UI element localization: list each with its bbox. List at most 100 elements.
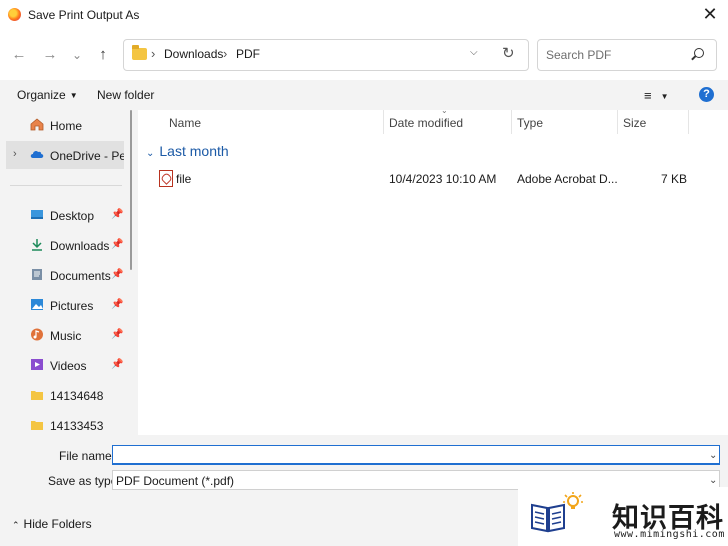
navigation-bar: ← → ⌄ ↑ › Downloads › PDF ⌵ ↻ Search PDF <box>0 30 728 80</box>
new-folder-button[interactable]: New folder <box>97 88 154 102</box>
search-icon <box>694 48 704 58</box>
desktop-icon <box>31 210 43 219</box>
pictures-icon <box>31 299 43 310</box>
column-separator[interactable] <box>617 110 618 134</box>
folder-icon <box>31 421 43 430</box>
column-header-size[interactable]: Size <box>623 116 646 130</box>
sidebar-item-label: 14134648 <box>50 389 104 403</box>
breadcrumb-separator: › <box>151 46 156 61</box>
column-separator[interactable] <box>511 110 512 134</box>
sidebar-item-label: OneDrive - Personal <box>50 149 124 163</box>
breadcrumb-downloads[interactable]: Downloads <box>164 47 223 61</box>
sidebar-item-label: Pictures <box>50 299 94 313</box>
column-separator[interactable] <box>688 110 689 134</box>
music-icon <box>31 328 43 341</box>
organize-button[interactable]: Organize ▼ <box>17 88 78 102</box>
file-type: Adobe Acrobat D... <box>517 172 618 186</box>
column-header-date[interactable]: Date modified <box>389 116 463 130</box>
sidebar-item-label: Documents <box>50 269 111 283</box>
sidebar-item-documents[interactable]: Documents 📌 <box>0 261 128 289</box>
sidebar-item-label: 14133453 <box>50 419 104 433</box>
sidebar-item-pictures[interactable]: Pictures 📌 <box>0 291 128 319</box>
organize-label: Organize <box>17 88 66 102</box>
search-box[interactable]: Search PDF <box>537 39 717 71</box>
pin-icon[interactable]: 📌 <box>111 239 123 250</box>
sort-chevron-icon: ⌄ <box>441 106 448 115</box>
download-icon <box>32 239 42 251</box>
breadcrumb-separator: › <box>223 46 228 61</box>
file-name-field[interactable] <box>112 445 720 465</box>
sidebar-item-home[interactable]: Home <box>0 111 128 139</box>
address-dropdown-icon[interactable]: ⌵ <box>470 47 478 58</box>
chevron-down-icon: ▼ <box>660 92 669 101</box>
chevron-down-icon[interactable]: ⌄ <box>709 450 717 461</box>
sidebar-item-videos[interactable]: Videos 📌 <box>0 351 128 379</box>
breadcrumb-pdf[interactable]: PDF <box>236 47 260 61</box>
sidebar-item-onedrive[interactable]: › OneDrive - Personal <box>6 141 124 169</box>
pin-icon[interactable]: 📌 <box>111 329 123 340</box>
table-row[interactable]: file 10/4/2023 10:10 AM Adobe Acrobat D.… <box>148 168 708 190</box>
sidebar-item-label: Downloads <box>50 239 110 253</box>
window-title: Save Print Output As <box>28 8 140 22</box>
home-icon <box>30 118 44 131</box>
sidebar-item-label: Music <box>50 329 82 343</box>
pin-icon[interactable]: 📌 <box>111 209 123 220</box>
lightbulb-icon <box>563 492 583 509</box>
view-options-button[interactable]: ≡ ▼ <box>644 88 669 103</box>
column-header-type[interactable]: Type <box>517 116 543 130</box>
pdf-file-icon <box>159 170 173 187</box>
folder-icon <box>31 391 43 400</box>
chevron-down-icon[interactable]: ⌄ <box>709 475 717 486</box>
pin-icon[interactable]: 📌 <box>111 359 123 370</box>
pin-icon[interactable]: 📌 <box>111 299 123 310</box>
cloud-icon <box>30 150 44 158</box>
navigation-pane: Home › OneDrive - Personal Desktop 📌 Dow… <box>0 110 137 435</box>
watermark: 知识百科 www.mimingshi.com <box>518 487 728 546</box>
file-list: Name ⌄ Date modified Type Size ⌄ Last mon… <box>138 106 728 435</box>
chevron-down-icon: ▼ <box>69 91 78 100</box>
watermark-url: www.mimingshi.com <box>614 529 725 540</box>
group-header[interactable]: ⌄ Last month <box>146 143 229 159</box>
chevron-up-icon: ⌃ <box>12 520 20 530</box>
help-button[interactable]: ? <box>699 87 714 102</box>
file-date: 10/4/2023 10:10 AM <box>389 172 497 186</box>
refresh-icon[interactable]: ↻ <box>502 44 515 62</box>
firefox-icon <box>8 8 21 21</box>
hide-folders-label: Hide Folders <box>23 517 92 531</box>
sidebar-item-downloads[interactable]: Downloads 📌 <box>0 231 128 259</box>
group-label: Last month <box>159 143 229 159</box>
column-header-name[interactable]: Name <box>169 116 201 130</box>
recent-locations-button[interactable]: ⌄ <box>66 44 88 66</box>
videos-icon <box>31 359 43 370</box>
sidebar-scrollbar[interactable] <box>130 110 132 270</box>
documents-icon <box>32 269 42 280</box>
save-as-type-value: PDF Document (*.pdf) <box>116 474 235 488</box>
chevron-down-icon: ⌄ <box>146 148 155 159</box>
hide-folders-button[interactable]: ⌃ Hide Folders <box>12 517 92 531</box>
sidebar-item-label: Home <box>50 119 83 133</box>
sidebar-item-music[interactable]: Music 📌 <box>0 321 128 349</box>
search-input[interactable]: Search PDF <box>546 48 611 62</box>
sidebar-item-desktop[interactable]: Desktop 📌 <box>0 201 128 229</box>
sidebar-item-label: Videos <box>50 359 87 373</box>
back-button[interactable]: ← <box>8 44 30 66</box>
save-dialog: Save Print Output As ✕ ← → ⌄ ↑ › Downloa… <box>0 0 728 546</box>
sidebar-item-folder-14134648[interactable]: 14134648 <box>0 381 128 409</box>
save-as-type-label: Save as type: <box>48 474 121 488</box>
file-name: file <box>176 172 192 186</box>
pin-icon[interactable]: 📌 <box>111 269 123 280</box>
up-button[interactable]: ↑ <box>92 44 114 66</box>
list-view-icon: ≡ <box>644 88 652 103</box>
chevron-right-icon[interactable]: › <box>13 148 17 160</box>
file-name-label: File name: <box>59 449 116 463</box>
book-logo-icon <box>531 503 565 533</box>
sidebar-divider <box>10 185 122 186</box>
address-bar[interactable]: › Downloads › PDF ⌵ ↻ <box>123 39 529 71</box>
forward-button[interactable]: → <box>39 44 61 66</box>
column-separator[interactable] <box>383 110 384 134</box>
close-button[interactable]: ✕ <box>698 3 722 27</box>
file-size: 7 KB <box>661 172 688 186</box>
folder-icon <box>132 45 147 60</box>
command-bar: Organize ▼ New folder ≡ ▼ ? <box>0 80 728 110</box>
sidebar-item-label: Desktop <box>50 209 95 223</box>
